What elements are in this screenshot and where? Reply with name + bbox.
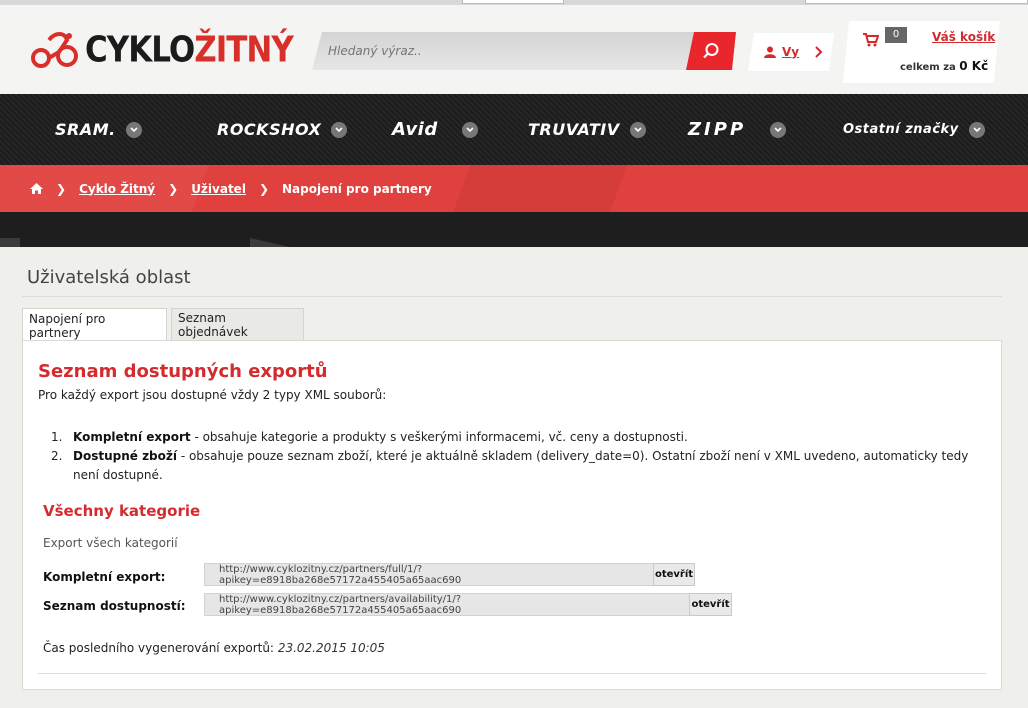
cyclist-logo-icon bbox=[31, 32, 78, 68]
brand-item-zipp[interactable]: ZIPP bbox=[688, 94, 787, 165]
chevron-right-icon: ❯ bbox=[56, 181, 67, 196]
exports-intro: Pro každý export jsou dostupné vždy 2 ty… bbox=[38, 388, 387, 402]
site-header: CYKLOŽITNÝ Vy 0 Váš košík celkem bbox=[0, 5, 1028, 94]
section-title: Všechny kategorie bbox=[43, 502, 201, 520]
chevron-right-icon: ❯ bbox=[258, 181, 269, 196]
search-bar bbox=[312, 32, 736, 70]
logo-wordmark: CYKLOŽITNÝ bbox=[85, 28, 294, 71]
search-icon bbox=[703, 43, 719, 59]
divider bbox=[38, 673, 986, 674]
chevron-down-icon bbox=[770, 121, 787, 138]
open-full-export-button[interactable]: otevřít bbox=[653, 563, 695, 586]
cart-count-badge: 0 bbox=[885, 27, 907, 43]
search-field-wrap bbox=[312, 32, 697, 70]
brand-item-other[interactable]: Ostatní značky bbox=[843, 94, 985, 165]
tab-panel: Seznam dostupných exportů Pro každý expo… bbox=[22, 340, 1002, 690]
tab-order-list[interactable]: Seznam objednávek bbox=[171, 308, 304, 341]
section-subtitle: Export všech kategorií bbox=[43, 536, 178, 550]
user-icon bbox=[764, 46, 776, 58]
site-logo[interactable]: CYKLOŽITNÝ bbox=[31, 25, 294, 75]
availability-label: Seznam dostupností: bbox=[43, 599, 186, 613]
breadcrumb-bar: ❯ Cyklo Žitný ❯ Uživatel ❯ Napojení pro … bbox=[0, 165, 1028, 212]
chevron-down-icon bbox=[125, 121, 142, 138]
breadcrumb-link-home[interactable]: Cyklo Žitný bbox=[79, 182, 155, 196]
chevron-down-icon bbox=[629, 121, 646, 138]
full-export-url-field[interactable]: http://www.cyklozitny.cz/partners/full/1… bbox=[204, 563, 654, 586]
list-item: 2. Dostupné zboží - obsahuje pouze sezna… bbox=[51, 449, 969, 482]
divider bbox=[22, 296, 1002, 297]
cart-widget[interactable]: 0 Váš košík celkem za 0 Kč bbox=[843, 21, 1000, 83]
tab-partner-connection[interactable]: Napojení pro partnery bbox=[22, 308, 167, 342]
chevron-down-icon bbox=[331, 121, 348, 138]
chevron-down-icon bbox=[968, 121, 985, 138]
chevron-down-icon bbox=[461, 121, 478, 138]
full-export-label: Kompletní export: bbox=[43, 570, 166, 584]
brand-nav: SRAM. ROCKSHOX Avid TRUVATIV ZIPP Ostatn… bbox=[0, 94, 1028, 165]
open-availability-button[interactable]: otevřít bbox=[689, 593, 732, 616]
home-icon[interactable] bbox=[30, 183, 43, 194]
page-title: Uživatelská oblast bbox=[27, 267, 191, 288]
list-item: 1. Kompletní export - obsahuje kategorie… bbox=[51, 430, 688, 444]
breadcrumb-link-user[interactable]: Uživatel bbox=[191, 182, 246, 196]
top-strip-segment bbox=[805, 0, 1028, 4]
cart-icon bbox=[863, 33, 879, 47]
breadcrumb-current: Napojení pro partnery bbox=[282, 181, 432, 196]
brand-item-sram[interactable]: SRAM. bbox=[55, 94, 142, 165]
breadcrumb: ❯ Cyklo Žitný ❯ Uživatel ❯ Napojení pro … bbox=[30, 165, 432, 212]
cart-link[interactable]: Váš košík bbox=[932, 30, 995, 44]
chevron-right-icon: ❯ bbox=[168, 181, 179, 196]
exports-heading: Seznam dostupných exportů bbox=[38, 361, 328, 382]
search-button[interactable] bbox=[686, 32, 736, 70]
brand-item-rockshox[interactable]: ROCKSHOX bbox=[217, 94, 348, 165]
decorative-shape bbox=[0, 238, 20, 247]
decorative-band bbox=[0, 212, 1028, 247]
user-label: Vy bbox=[782, 45, 800, 59]
cart-total: celkem za 0 Kč bbox=[900, 59, 989, 73]
brand-item-truvativ[interactable]: TRUVATIV bbox=[528, 94, 646, 165]
chevron-right-icon bbox=[815, 46, 823, 58]
search-input[interactable] bbox=[328, 32, 688, 70]
top-strip-segment bbox=[462, 0, 564, 4]
export-types-list: 1. Kompletní export - obsahuje kategorie… bbox=[51, 428, 981, 485]
last-generated: Čas posledního vygenerování exportů: 23.… bbox=[43, 641, 385, 655]
availability-url-field[interactable]: http://www.cyklozitny.cz/partners/availa… bbox=[204, 593, 690, 616]
brand-item-avid[interactable]: Avid bbox=[392, 94, 478, 165]
user-menu-button[interactable]: Vy bbox=[748, 33, 834, 71]
decorative-shape bbox=[250, 238, 290, 247]
